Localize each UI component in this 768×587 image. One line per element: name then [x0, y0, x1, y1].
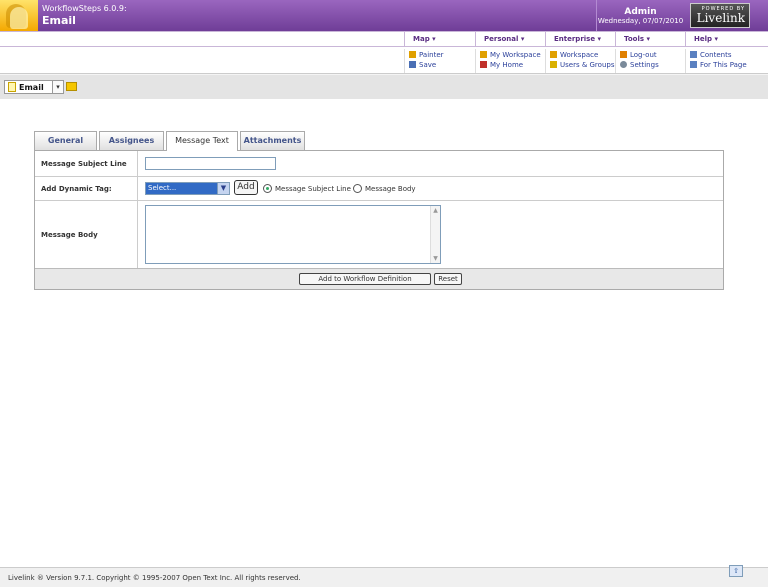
brand-name: Livelink: [696, 11, 745, 25]
form-button-row: Add to Workflow Definition Reset: [35, 268, 723, 289]
menu-item-users-groups[interactable]: Users & Groups: [550, 60, 615, 69]
workspace-icon: [480, 51, 487, 58]
settings-icon: [620, 61, 627, 68]
body-label: Message Body: [35, 201, 138, 268]
tab-attachments[interactable]: Attachments: [240, 131, 305, 150]
subject-input[interactable]: [145, 157, 276, 170]
current-date: Wednesday, 07/07/2010: [597, 17, 684, 25]
menu-item-label: Contents: [700, 50, 732, 59]
scroll-to-top-icon[interactable]: ⇧: [729, 565, 743, 577]
document-icon: [8, 82, 16, 92]
menu-item-my-workspace[interactable]: My Workspace: [480, 50, 545, 59]
add-tag-button[interactable]: Add: [234, 180, 258, 195]
row-divider: [35, 176, 723, 177]
menu-item-painter[interactable]: Painter: [409, 50, 475, 59]
help-page-icon: [690, 61, 697, 68]
menu-item-label: Workspace: [560, 50, 599, 59]
menu-item-workspace[interactable]: Workspace: [550, 50, 615, 59]
breadcrumb-label: Email: [19, 82, 44, 92]
menu-help[interactable]: Help ▾: [685, 32, 768, 46]
page-title: Email: [42, 14, 76, 27]
tab-general[interactable]: General: [34, 131, 97, 150]
menu-item-label: My Home: [490, 60, 524, 69]
brand-logo: POWERED BY Livelink: [690, 3, 750, 28]
menu-item-for-this-page[interactable]: For This Page: [690, 60, 768, 69]
menu-tools-items: Log-out Settings: [615, 49, 685, 73]
breadcrumb-menu-button[interactable]: ▾: [52, 80, 64, 94]
user-info: Admin Wednesday, 07/07/2010: [596, 0, 684, 31]
users-groups-icon: [550, 61, 557, 68]
menu-personal[interactable]: Personal ▾: [475, 32, 545, 46]
radio-subject-label: Message Subject Line: [275, 185, 351, 193]
textarea-scrollbar[interactable]: ▲ ▼: [430, 206, 440, 263]
menu-item-contents[interactable]: Contents: [690, 50, 768, 59]
menu-item-my-home[interactable]: My Home: [480, 60, 545, 69]
scroll-down-icon[interactable]: ▼: [431, 254, 440, 263]
tab-assignees[interactable]: Assignees: [99, 131, 164, 150]
menu-enterprise-items: Workspace Users & Groups: [545, 49, 615, 73]
copyright-text: Livelink ® Version 9.7.1. Copyright © 19…: [8, 574, 301, 582]
add-to-workflow-button[interactable]: Add to Workflow Definition: [299, 273, 431, 285]
logout-icon: [620, 51, 627, 58]
radio-body-label: Message Body: [365, 185, 416, 193]
home-icon: [480, 61, 487, 68]
tab-message-text[interactable]: Message Text: [166, 131, 238, 151]
subject-label: Message Subject Line: [35, 151, 138, 176]
menu-enterprise[interactable]: Enterprise ▾: [545, 32, 615, 46]
radio-subject-line[interactable]: [263, 184, 272, 193]
app-name: WorkflowSteps 6.0.9:: [42, 4, 127, 13]
menu-item-label: My Workspace: [490, 50, 541, 59]
menu-items: Painter Save My Workspace My Home Worksp…: [0, 47, 768, 74]
enterprise-workspace-icon: [550, 51, 557, 58]
reset-button[interactable]: Reset: [434, 273, 462, 285]
menu-map[interactable]: Map ▾: [404, 32, 475, 46]
dynamic-tag-label: Add Dynamic Tag:: [35, 177, 138, 200]
menu-item-label: Settings: [630, 60, 659, 69]
dynamic-tag-select[interactable]: Select... ▼: [145, 182, 230, 195]
row-divider: [35, 200, 723, 201]
message-form: Message Subject Line Add Dynamic Tag: Me…: [34, 150, 724, 290]
scroll-up-icon[interactable]: ▲: [431, 206, 440, 215]
app-logo: [0, 0, 38, 31]
menu-item-label: Painter: [419, 50, 444, 59]
menu-item-label: For This Page: [700, 60, 747, 69]
menu-bar: Map ▾ Personal ▾ Enterprise ▾ Tools ▾ He…: [0, 31, 768, 47]
menu-item-save[interactable]: Save: [409, 60, 475, 69]
folder-up-icon[interactable]: [66, 82, 77, 91]
menu-item-label: Save: [419, 60, 437, 69]
message-body-textarea[interactable]: ▲ ▼: [145, 205, 441, 264]
menu-help-items: Contents For This Page: [685, 49, 768, 73]
menu-map-items: Painter Save: [404, 49, 475, 73]
radio-message-body[interactable]: [353, 184, 362, 193]
contents-icon: [690, 51, 697, 58]
dynamic-tag-select-value: Select...: [146, 183, 217, 194]
header-bar: WorkflowSteps 6.0.9: Email Admin Wednesd…: [0, 0, 768, 31]
menu-personal-items: My Workspace My Home: [475, 49, 545, 73]
chevron-down-icon: ▼: [217, 183, 229, 194]
menu-item-label: Log-out: [630, 50, 657, 59]
menu-item-logout[interactable]: Log-out: [620, 50, 685, 59]
menu-item-label: Users & Groups: [560, 60, 615, 69]
breadcrumb: Email ▾: [0, 75, 768, 99]
save-icon: [409, 61, 416, 68]
painter-icon: [409, 51, 416, 58]
menu-item-settings[interactable]: Settings: [620, 60, 685, 69]
user-name: Admin: [624, 7, 657, 17]
menu-tools[interactable]: Tools ▾: [615, 32, 685, 46]
footer: Livelink ® Version 9.7.1. Copyright © 19…: [0, 565, 768, 587]
